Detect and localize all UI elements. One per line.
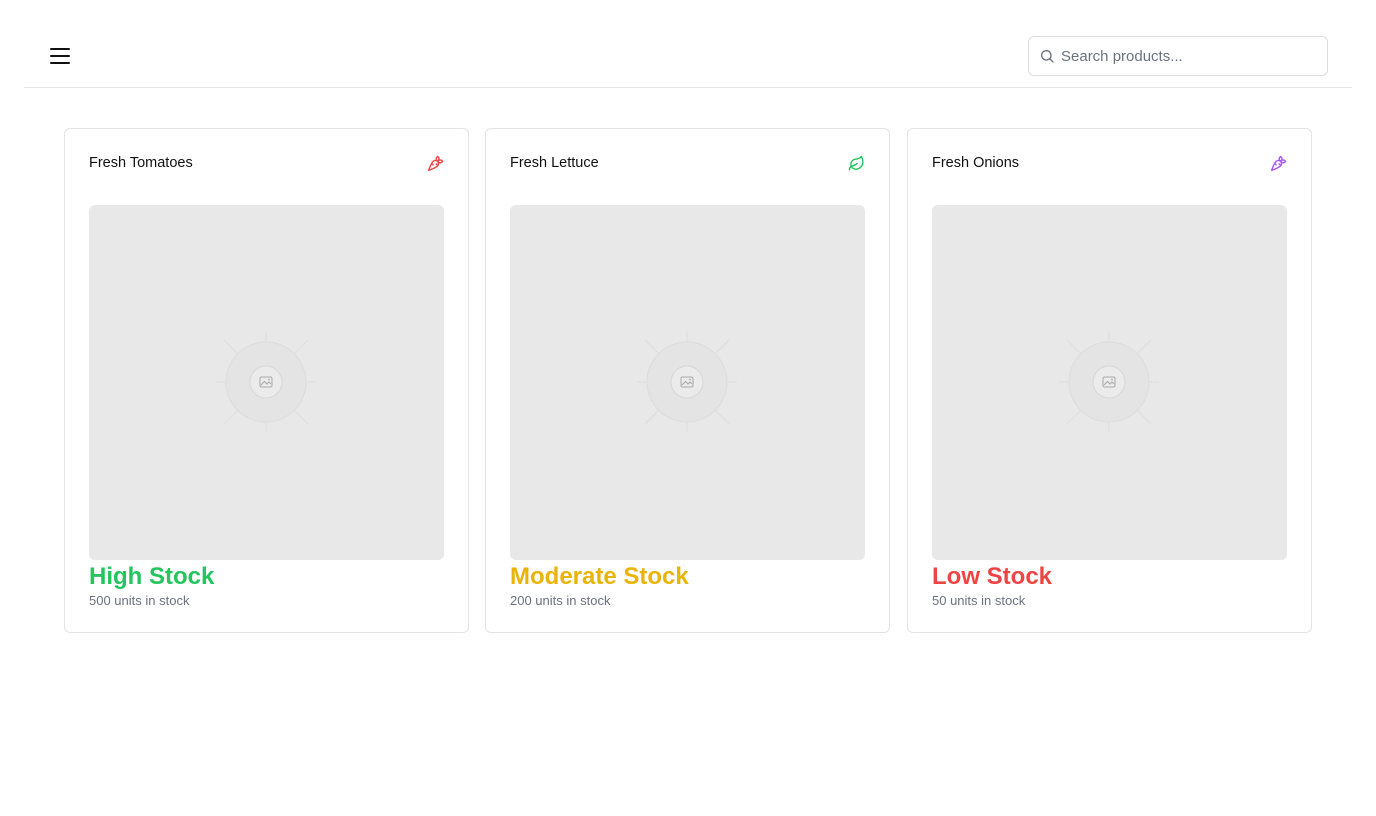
units-in-stock: 500 units in stock <box>89 593 190 608</box>
image-placeholder-icon <box>1059 332 1159 432</box>
product-image <box>89 205 444 560</box>
search-icon <box>1041 50 1054 63</box>
carrot-icon <box>427 155 444 172</box>
leaf-icon <box>848 155 864 171</box>
hamburger-menu-icon[interactable] <box>48 42 72 70</box>
product-image <box>932 205 1287 560</box>
stock-status-label: High Stock <box>89 563 215 590</box>
image-placeholder-icon <box>216 332 316 432</box>
stock-status-label: Moderate Stock <box>510 563 689 590</box>
product-card: Fresh Tomatoes High Stock 500 units in s… <box>64 128 469 633</box>
search-input[interactable] <box>1061 37 1321 75</box>
units-in-stock: 200 units in stock <box>510 593 611 608</box>
product-card: Fresh Lettuce Moderate Stock 200 units i… <box>485 128 890 633</box>
product-name: Fresh Tomatoes <box>89 155 193 171</box>
units-in-stock: 50 units in stock <box>932 593 1026 608</box>
search-box[interactable] <box>1028 36 1328 76</box>
product-image <box>510 205 865 560</box>
product-card: Fresh Onions Low Stock 50 units in stock <box>907 128 1312 633</box>
product-name: Fresh Onions <box>932 155 1020 171</box>
image-placeholder-icon <box>637 332 737 432</box>
top-bar <box>24 0 1352 88</box>
stock-status-label: Low Stock <box>932 563 1053 590</box>
carrot-icon <box>1270 155 1287 172</box>
product-name: Fresh Lettuce <box>510 155 599 171</box>
